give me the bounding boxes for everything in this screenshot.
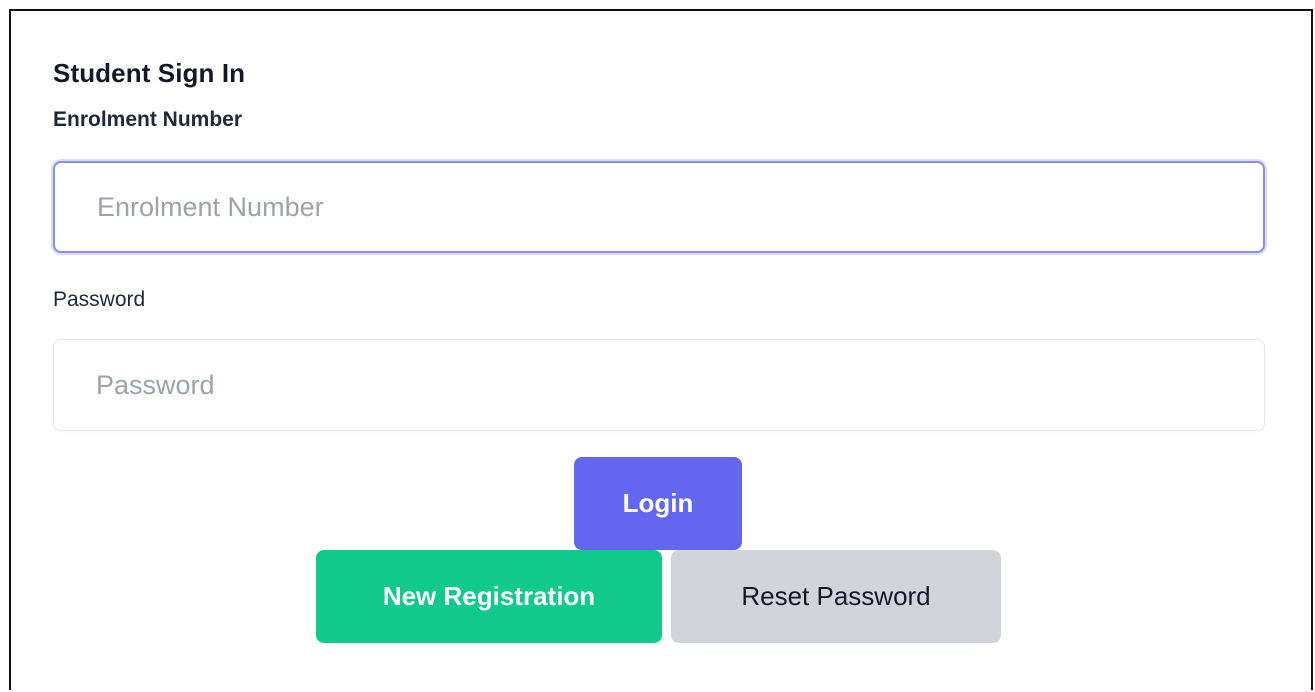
sign-in-card: Student Sign In Enrolment Number Passwor…	[11, 11, 1311, 690]
enrolment-number-input[interactable]	[53, 161, 1265, 253]
password-label: Password	[53, 288, 146, 311]
enrolment-number-label: Enrolment Number	[53, 108, 243, 131]
new-registration-button[interactable]: New Registration	[316, 550, 662, 643]
page-frame: Student Sign In Enrolment Number Passwor…	[9, 9, 1313, 690]
login-button[interactable]: Login	[574, 457, 742, 550]
reset-password-button[interactable]: Reset Password	[671, 550, 1001, 643]
password-input[interactable]	[53, 339, 1265, 431]
page-title: Student Sign In	[53, 58, 246, 88]
